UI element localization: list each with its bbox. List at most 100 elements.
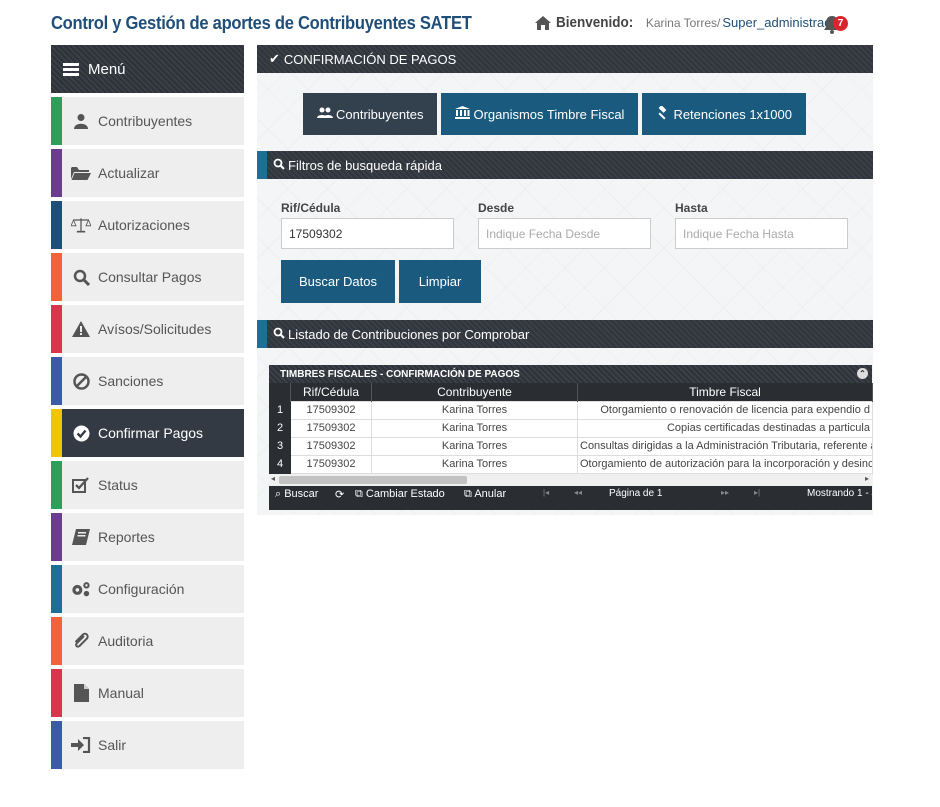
sidebar-item-auditoria[interactable]: Auditoria [51, 617, 244, 665]
warning-icon [71, 320, 91, 338]
grid-table: Rif/Cédula Contribuyente Timbre Fiscal 1… [269, 383, 873, 474]
filters-title: Filtros de busqueda rápida [288, 157, 442, 173]
desde-input[interactable]: Indique Fecha Desde [478, 218, 651, 249]
app-title: Control y Gestión de aportes de Contribu… [51, 13, 472, 33]
table-row[interactable]: 2 17509302 Karina Torres Copias certificada… [269, 418, 873, 438]
user-icon [71, 112, 91, 130]
paperclip-icon [71, 632, 91, 650]
sidebar-item-actualizar[interactable]: Actualizar [51, 149, 244, 197]
bars-icon [63, 62, 79, 76]
folder-open-icon [71, 164, 91, 182]
pager-search-label: Buscar [284, 487, 319, 500]
rif-input[interactable]: 17509302 [281, 218, 454, 249]
tab-retenciones[interactable]: Retenciones 1x1000 [642, 93, 806, 135]
cell-contribuyente: Karina Torres [371, 436, 578, 456]
grid-caption: TIMBRES FISCALES - CONFIRMACIÓN DE PAGOS… [269, 365, 872, 383]
balance-scale-icon [71, 216, 91, 234]
clear-button[interactable]: Limpiar [399, 260, 481, 303]
desde-label: Desde [478, 201, 515, 215]
cell-rif: 17509302 [290, 418, 372, 438]
cell-contribuyente: Karina Torres [371, 418, 578, 438]
row-number: 2 [269, 418, 291, 438]
tab-organismos-timbre-fiscal[interactable]: Organismos Timbre Fiscal [441, 93, 639, 135]
home-icon [535, 15, 551, 30]
sidebar-item-salir[interactable]: Salir [51, 721, 244, 769]
book-icon [71, 528, 91, 546]
list-title: Listado de Contribuciones por Comprobar [288, 326, 530, 342]
list-header: Listado de Contribuciones por Comprobar [257, 320, 873, 348]
row-number: 1 [269, 400, 291, 420]
tabs: Contribuyentes Organismos Timbre Fiscal … [303, 93, 806, 135]
sidebar-item-label: Consultar Pagos [98, 269, 202, 285]
filters-header: Filtros de busqueda rápida [257, 151, 873, 179]
prev-page-icon[interactable]: ◂◂ [574, 488, 582, 497]
table-row[interactable]: 1 17509302 Karina Torres Otorgamiento o ren… [269, 400, 873, 420]
pager-change-state-button[interactable]: ⧉ Cambiar Estado [355, 488, 445, 501]
grid-pager: ⌕ Buscar ⟳ ⧉ Cambiar Estado ⧉ Anular |◂ … [269, 486, 877, 503]
sidebar-item-label: Confirmar Pagos [98, 425, 204, 441]
refresh-icon[interactable]: ⟳ [335, 488, 344, 501]
cell-rif: 17509302 [290, 400, 372, 420]
column-header-contribuyente[interactable]: Contribuyente [371, 383, 578, 401]
scroll-thumb[interactable] [279, 475, 467, 484]
pager-cancel-button[interactable]: ⧉ Anular [464, 488, 506, 501]
pager-cancel-label: Anular [474, 487, 507, 500]
hasta-label: Hasta [675, 201, 708, 215]
last-page-icon[interactable]: ▸| [754, 488, 760, 497]
table-row[interactable]: 3 17509302 Karina Torres Consultas dirigida… [269, 436, 873, 456]
table-row[interactable]: 4 17509302 Karina Torres Otorgamiento de au… [269, 454, 873, 474]
welcome-label: Bienvenido: [556, 14, 634, 31]
cell-rif: 17509302 [290, 454, 372, 474]
file-icon [71, 684, 91, 702]
pager-change-state-label: Cambiar Estado [365, 487, 445, 500]
first-page-icon[interactable]: |◂ [543, 488, 549, 497]
contributions-grid: TIMBRES FISCALES - CONFIRMACIÓN DE PAGOS… [269, 365, 877, 510]
sidebar-item-status[interactable]: Status [51, 461, 244, 509]
menu-label: Menú [88, 60, 126, 78]
sidebar-item-reportes[interactable]: Reportes [51, 513, 244, 561]
sidebar-item-label: Autorizaciones [98, 217, 190, 233]
section-title: CONFIRMACIÓN DE PAGOS [283, 51, 457, 67]
sidebar-item-label: Manual [98, 685, 144, 701]
sidebar-item-configuración[interactable]: Configuración [51, 565, 244, 613]
search-icon [71, 268, 91, 286]
sidebar-item-label: Salir [98, 737, 127, 753]
cell-timbre: Consultas dirigidas a la Administración … [577, 436, 873, 456]
search-icon [273, 158, 285, 173]
cell-timbre: Copias certificadas destinadas a particu… [577, 418, 873, 438]
sidebar-item-consultar-pagos[interactable]: Consultar Pagos [51, 253, 244, 301]
grid-caption-text: TIMBRES FISCALES - CONFIRMACIÓN DE PAGOS [280, 368, 520, 380]
institution-icon [455, 106, 471, 122]
scroll-right-icon[interactable]: ▸ [865, 474, 869, 483]
sidebar-item-autorizaciones[interactable]: Autorizaciones [51, 201, 244, 249]
sidebar-item-label: Contribuyentes [98, 113, 193, 129]
tab-contribuyentes[interactable]: Contribuyentes [303, 93, 438, 135]
tab-label: Organismos Timbre Fiscal [473, 106, 625, 122]
showing-records: Mostrando 1 - 4 [807, 487, 878, 499]
sidebar-item-label: Avísos/Solicitudes [98, 321, 212, 337]
search-icon [273, 327, 285, 342]
notifications-badge: 7 [833, 16, 848, 31]
column-header-timbre[interactable]: Timbre Fiscal [577, 383, 873, 401]
sidebar-item-confirmar-pagos[interactable]: Confirmar Pagos [51, 409, 244, 457]
sidebar-item-sanciones[interactable]: Sanciones [51, 357, 244, 405]
column-header-rif[interactable]: Rif/Cédula [290, 383, 372, 401]
tab-label: Retenciones 1x1000 [673, 106, 792, 122]
pager-search-button[interactable]: ⌕ Buscar [275, 488, 318, 501]
scroll-left-icon[interactable]: ◂ [271, 474, 275, 483]
cell-contribuyente: Karina Torres [371, 400, 578, 420]
search-button[interactable]: Buscar Datos [281, 260, 395, 303]
sidebar-item-avísos-solicitudes[interactable]: Avísos/Solicitudes [51, 305, 244, 353]
hasta-input[interactable]: Indique Fecha Hasta [675, 218, 848, 249]
row-number: 3 [269, 436, 291, 456]
notifications-button[interactable]: 7 [822, 12, 848, 36]
menu-toggle[interactable]: Menú [51, 45, 244, 93]
sidebar-item-manual[interactable]: Manual [51, 669, 244, 717]
row-number-header [269, 383, 291, 401]
sidebar-item-contribuyentes[interactable]: Contribuyentes [51, 97, 244, 145]
horizontal-scrollbar[interactable]: ◂ ▸ [269, 473, 872, 486]
collapse-icon[interactable]: ⌃ [857, 368, 868, 379]
next-page-icon[interactable]: ▸▸ [721, 488, 729, 497]
cell-rif: 17509302 [290, 436, 372, 456]
cell-timbre: Otorgamiento o renovación de licencia pa… [577, 400, 873, 420]
